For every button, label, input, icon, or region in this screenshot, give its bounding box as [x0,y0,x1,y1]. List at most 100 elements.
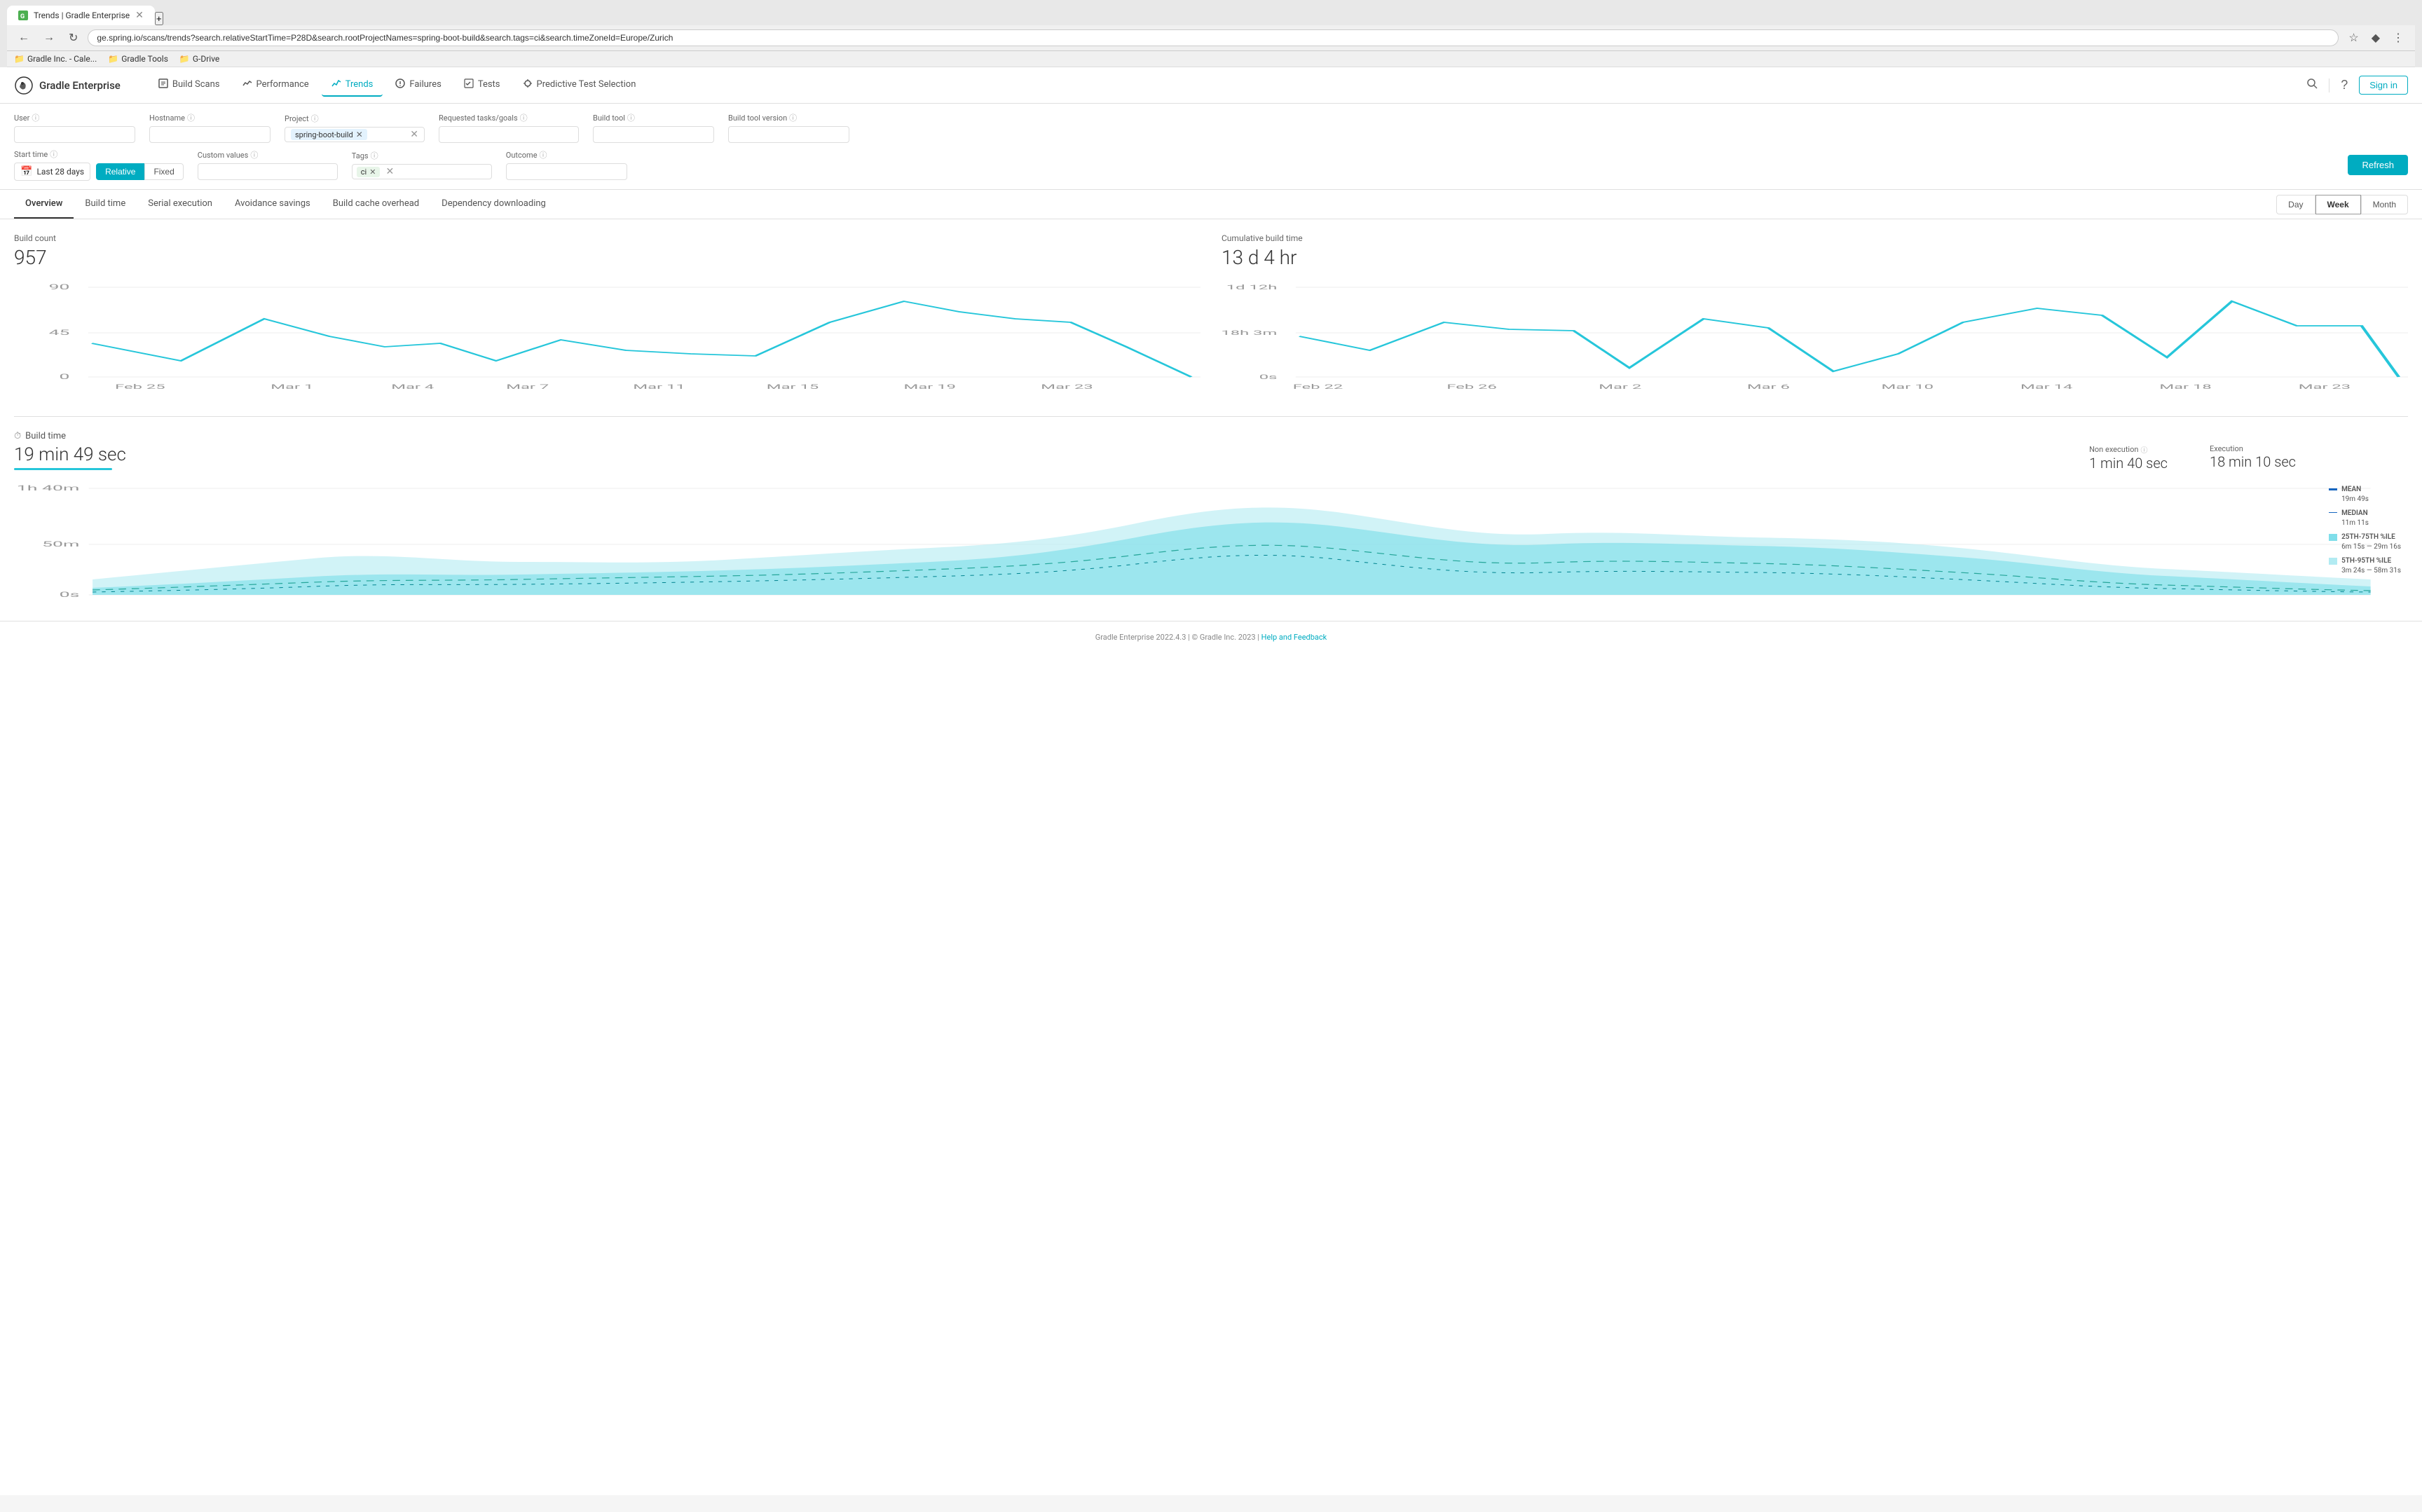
tab-build-time[interactable]: Build time [74,190,137,219]
x-label-feb26: Feb 26 [1446,383,1497,391]
day-button[interactable]: Day [2276,195,2315,214]
relative-fixed-toggle: Relative Fixed [96,163,184,180]
outcome-label: Outcome ⓘ [506,149,627,160]
build-count-title: Build count [14,233,1200,243]
forward-button[interactable]: → [39,30,59,46]
execution-group: Execution 18 min 10 sec [2210,444,2296,472]
month-button[interactable]: Month [2361,195,2408,214]
tab-title: Trends | Gradle Enterprise [34,11,130,20]
x-label-mar4: Mar 4 [391,383,434,391]
build-count-value: 957 [14,246,1200,269]
tags-label: Tags ⓘ [352,150,492,161]
sign-in-button[interactable]: Sign in [2359,76,2408,95]
tab-avoidance-savings[interactable]: Avoidance savings [224,190,322,219]
tab-close-button[interactable]: ✕ [135,10,144,21]
tags-help-icon: ⓘ [371,150,378,161]
tab-overview[interactable]: Overview [14,190,74,219]
nav-trends[interactable]: Trends [322,74,383,97]
nav-performance[interactable]: Performance [233,74,319,97]
x-label-mar23b: Mar 23 [2299,383,2351,391]
nav-tests[interactable]: Tests [454,74,510,97]
legend-mean-swatch [2329,488,2337,490]
nav-failures[interactable]: Failures [385,74,451,97]
top-nav: Gradle Enterprise Build Scans Performanc… [0,67,2422,104]
y-label-90: 90 [49,282,70,291]
app-logo[interactable]: Gradle Enterprise [14,76,121,95]
non-execution-label: Non execution ⓘ [2089,444,2168,455]
tab-dependency-downloading[interactable]: Dependency downloading [430,190,557,219]
tab-build-cache-overhead[interactable]: Build cache overhead [322,190,430,219]
bookmark-gdrive[interactable]: 📁 G-Drive [179,54,219,64]
y-label-0s-area: 0s [60,591,80,599]
nav-build-scans[interactable]: Build Scans [149,74,230,97]
reload-button[interactable]: ↻ [64,29,82,46]
app: Gradle Enterprise Build Scans Performanc… [0,67,2422,1495]
nav-right: ? Sign in [2304,75,2408,95]
date-range-picker[interactable]: 📅 Last 28 days [14,163,90,181]
build-tool-input[interactable] [593,126,714,143]
url-bar[interactable] [88,29,2339,46]
requested-tasks-filter: Requested tasks/goals ⓘ [439,112,579,143]
x-label-mar23: Mar 23 [1041,383,1093,391]
search-button[interactable] [2304,75,2320,95]
active-tab[interactable]: G Trends | Gradle Enterprise ✕ [7,6,155,25]
area-chart-svg: 1h 40m 50m 0s [14,481,2408,604]
new-tab-button[interactable]: + [155,12,163,25]
main-nav: Build Scans Performance Trends Failures [149,74,2304,97]
build-count-section: Build count 957 90 45 0 [14,233,1200,395]
ci-tag-remove[interactable]: ✕ [369,167,376,177]
build-tool-version-input[interactable] [728,126,849,143]
tags-input[interactable]: ci ✕ ✕ [352,164,492,179]
project-tag-remove[interactable]: ✕ [356,130,363,139]
legend-p25p75-text: 25TH-75TH %ILE 6m 15s — 29m 16s [2341,532,2401,552]
legend-p25p75: 25TH-75TH %ILE 6m 15s — 29m 16s [2329,532,2401,552]
menu-button[interactable]: ⋮ [2388,29,2408,46]
outcome-input[interactable] [506,163,627,180]
y-label-0s: 0s [1259,373,1278,381]
user-filter: User ⓘ [14,112,135,143]
x-label-mar19: Mar 19 [904,383,956,391]
extensions-button[interactable]: ◆ [2367,29,2384,46]
x-label-mar14: Mar 14 [2020,383,2072,391]
bookmark-gradle-cal[interactable]: 📁 Gradle Inc. - Cale... [14,54,97,64]
help-button[interactable]: ? [2338,75,2351,95]
y-label-45: 45 [49,328,70,336]
project-clear-icon[interactable]: ✕ [410,129,418,140]
filter-row-2: Start time ⓘ 📅 Last 28 days Relative Fix… [14,149,2408,181]
requested-tasks-input[interactable] [439,126,579,143]
project-tag-input[interactable]: spring-boot-build ✕ ✕ [285,127,425,142]
build-time-section-title: Build time [25,431,66,441]
custom-values-input[interactable] [198,163,338,180]
relative-button[interactable]: Relative [96,163,144,180]
custom-values-label: Custom values ⓘ [198,149,338,160]
non-execution-value: 1 min 40 sec [2089,455,2168,472]
user-input[interactable] [14,126,135,143]
fixed-button[interactable]: Fixed [144,163,183,180]
sub-tabs: Overview Build time Serial execution Avo… [0,190,2422,219]
week-button[interactable]: Week [2315,195,2361,214]
browser-actions: ☆ ◆ ⋮ [2344,29,2408,46]
bookmark-folder-icon-3: 📁 [179,54,190,64]
legend-mean: MEAN 19m 49s [2329,485,2401,504]
browser-tabs: G Trends | Gradle Enterprise ✕ + [7,6,2415,25]
refresh-button[interactable]: Refresh [2348,155,2408,175]
legend-p5p95-swatch [2329,558,2337,565]
bookmark-folder-icon: 📁 [14,54,25,64]
build-time-indicator [14,468,112,470]
tab-serial-execution[interactable]: Serial execution [137,190,224,219]
help-feedback-link[interactable]: Help and Feedback [1261,633,1327,642]
bookmark-gradle-tools[interactable]: 📁 Gradle Tools [108,54,168,64]
back-button[interactable]: ← [14,30,34,46]
x-label-mar11: Mar 11 [633,383,685,391]
tags-clear-icon[interactable]: ✕ [385,166,394,177]
execution-value: 18 min 10 sec [2210,453,2296,470]
nav-predictive[interactable]: Predictive Test Selection [513,74,646,97]
build-scans-icon [158,78,168,91]
hostname-input[interactable] [149,126,271,143]
build-time-header: ⏱ Build time [14,431,2408,441]
cumulative-build-time-section: Cumulative build time 13 d 4 hr 1d 12h 1… [1222,233,2408,395]
star-button[interactable]: ☆ [2344,29,2362,46]
y-label-18h3m: 18h 3m [1222,329,1277,337]
build-time-meta: Non execution ⓘ 1 min 40 sec Execution 1… [2089,444,2296,472]
cumulative-value: 13 d 4 hr [1222,246,2408,269]
